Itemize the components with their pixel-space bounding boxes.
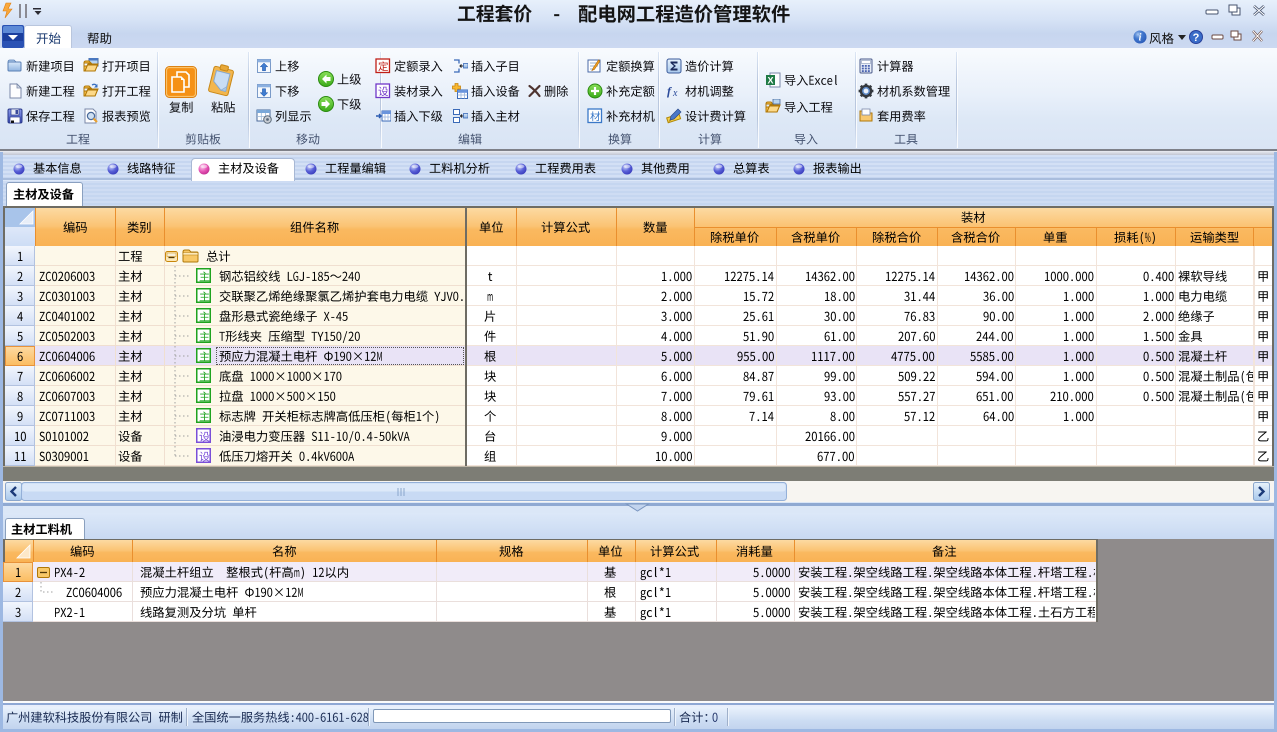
svg-text:X: X — [767, 76, 773, 86]
svg-text:?: ? — [1193, 32, 1200, 44]
svg-text:x: x — [672, 88, 678, 99]
svg-text:f: f — [667, 84, 672, 98]
svg-text:i: i — [1139, 33, 1142, 44]
